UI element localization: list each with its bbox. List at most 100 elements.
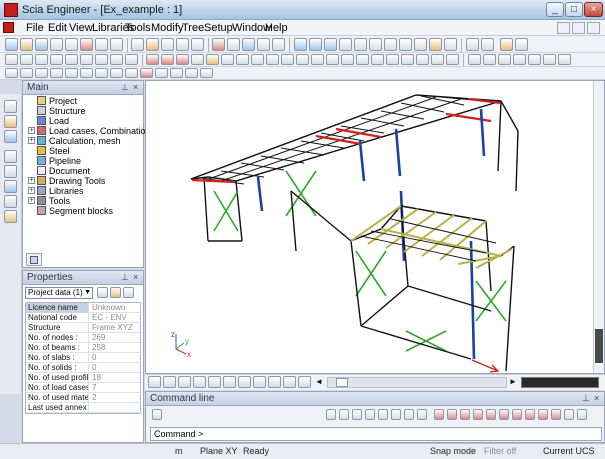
tree-item-structure[interactable]: Structure [37,106,86,116]
support-icon[interactable] [80,54,93,65]
snap-quadrant-icon[interactable] [499,409,509,420]
snap-nearest-icon[interactable] [486,409,496,420]
status-snap[interactable]: Snap mode [430,446,476,456]
tree-item-steel[interactable]: Steel [37,146,70,156]
status-filter[interactable]: Filter off [484,446,516,456]
view-y-icon[interactable] [309,38,322,51]
pencil-icon[interactable] [123,287,134,298]
check-icon[interactable] [242,38,255,51]
view-front-icon[interactable] [163,376,176,388]
new-document-icon[interactable] [4,100,17,113]
select-icon[interactable] [110,38,123,51]
concrete-check-icon[interactable] [528,54,541,65]
select-nodes-icon[interactable] [50,68,63,78]
filter-icon[interactable] [110,68,123,78]
menu-tools[interactable]: Tools [125,22,151,34]
gallery-icon[interactable] [191,38,204,51]
scroll-left-icon[interactable]: ◄ [315,377,325,388]
array-icon[interactable] [281,54,294,65]
question-icon[interactable] [4,195,17,208]
document-view-icon[interactable] [146,38,159,51]
expand-icon[interactable]: + [28,187,35,194]
properties-selector[interactable]: Project data (1) ▼ [25,287,93,299]
load-point-icon[interactable] [146,54,159,65]
snap-settings-icon[interactable] [577,409,587,420]
structure-model[interactable]: z x y [146,81,604,373]
invert-selection-icon[interactable] [125,68,138,78]
tree-item-load-cases[interactable]: Load cases, Combinations [37,126,155,136]
zoom-out-icon[interactable] [369,38,382,51]
snap-node-icon[interactable] [447,409,457,420]
connection-icon[interactable] [543,54,556,65]
menu-modify[interactable]: Modify [151,22,183,34]
show-loads-icon[interactable] [283,376,296,388]
panel-close-icon[interactable]: × [133,272,138,282]
table-row[interactable]: National code EC - ENV [26,313,142,323]
table-icon[interactable] [131,38,144,51]
picture-icon[interactable] [176,38,189,51]
show-grid-icon[interactable] [268,376,281,388]
frame-icon[interactable] [35,54,48,65]
select-slabs-icon[interactable] [65,68,78,78]
tree-item-project[interactable]: Project [37,96,77,106]
scrollbar-thumb[interactable] [595,329,603,363]
menu-setup[interactable]: Setup [204,22,233,34]
render-icon[interactable] [466,38,479,51]
snap-grid-icon[interactable] [434,409,444,420]
stretch-icon[interactable] [401,54,414,65]
snap-extension-icon[interactable] [525,409,535,420]
status-ucs[interactable]: Current UCS [543,446,595,456]
properties-icon[interactable] [515,38,528,51]
arc-tool-icon[interactable] [352,409,362,420]
table-row[interactable]: No. of load cases :7 [26,383,142,393]
open-folder-icon[interactable] [4,115,17,128]
document-icon[interactable] [3,22,14,33]
tree-item-drawing-tools[interactable]: Drawing Tools [37,176,105,186]
window-icon[interactable] [4,180,17,193]
view-z-icon[interactable] [324,38,337,51]
perpendicular-icon[interactable] [378,409,388,420]
chamfer-icon[interactable] [431,54,444,65]
zoom-all-icon[interactable] [399,38,412,51]
snap-divide-icon[interactable] [538,409,548,420]
horizontal-scrollbar[interactable] [327,377,507,388]
rib-icon[interactable] [125,54,138,65]
beam-icon[interactable] [5,54,18,65]
view-parameters-icon[interactable] [223,376,236,388]
snap-intersection-icon[interactable] [460,409,470,420]
lightbulb-icon[interactable] [429,38,442,51]
cross-tool-icon[interactable] [365,409,375,420]
tree-item-document[interactable]: Document [37,166,90,176]
join-icon[interactable] [341,54,354,65]
delete-icon[interactable] [140,68,153,78]
tree-item-libraries[interactable]: Libraries [37,186,84,196]
pin-icon[interactable]: ⊥ [582,393,590,404]
table-row[interactable]: No. of slabs :0 [26,353,142,363]
help-icon[interactable] [272,38,285,51]
child-minimize-icon[interactable] [557,22,570,34]
expand-icon[interactable]: + [28,137,35,144]
select-beams-icon[interactable] [35,68,48,78]
view-x-icon[interactable] [294,38,307,51]
child-restore-icon[interactable] [572,22,585,34]
undo-icon[interactable] [80,38,93,51]
expand-icon[interactable]: + [28,127,35,134]
menu-tree[interactable]: Tree [182,22,204,34]
filter-properties-icon[interactable] [97,287,108,298]
render-mode-icon[interactable] [253,376,266,388]
drawing-icon[interactable] [558,54,571,65]
expand-icon[interactable]: + [28,197,35,204]
redo-arrow-icon[interactable] [4,165,17,178]
select-loads-icon[interactable] [80,68,93,78]
zoom-in-icon[interactable] [354,38,367,51]
options-icon[interactable] [200,68,213,78]
print-icon[interactable] [50,38,63,51]
load-surface-icon[interactable] [176,54,189,65]
tree-tab[interactable] [26,253,42,266]
regen-icon[interactable] [212,38,225,51]
child-close-icon[interactable] [587,22,600,34]
cursor-icon[interactable] [152,409,162,420]
show-supports-icon[interactable] [298,376,311,388]
new-icon[interactable] [5,38,18,51]
model-viewport[interactable]: z x y [145,80,605,374]
